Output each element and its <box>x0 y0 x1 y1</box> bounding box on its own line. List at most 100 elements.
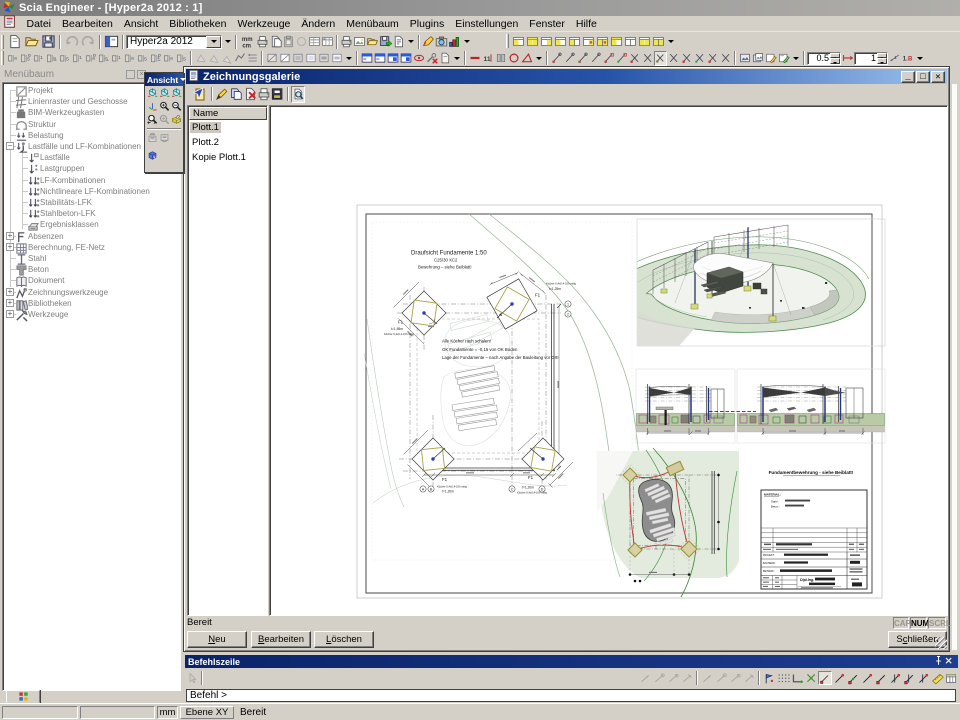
ansicht-palette-title[interactable]: Ansicht <box>145 73 183 86</box>
snap-tangent-button[interactable] <box>916 671 930 685</box>
insert-to-document-button[interactable] <box>189 86 207 103</box>
show-model-data-button[interactable]: a <box>162 51 175 66</box>
layout-8-button[interactable] <box>609 33 623 49</box>
new-window-4-button[interactable] <box>399 51 412 66</box>
zoom-all-button[interactable] <box>146 114 158 126</box>
tree-item[interactable]: Projekt <box>15 85 53 96</box>
render-3-button[interactable] <box>291 51 304 66</box>
tree-expander-expand[interactable]: + <box>6 310 14 318</box>
menu-hilfe[interactable]: Hilfe <box>570 17 602 31</box>
zoom-in-button[interactable] <box>158 100 170 112</box>
count-spinner[interactable]: 1 <box>854 52 888 65</box>
new-window-1-button[interactable] <box>360 51 373 66</box>
snap-box-button[interactable] <box>846 671 860 685</box>
tree-item[interactable]: Werkzeuge <box>15 309 68 320</box>
window-list-button[interactable] <box>438 51 451 66</box>
toolbar-more-dropdown[interactable] <box>665 34 676 49</box>
menu-werkzeuge[interactable]: Werkzeuge <box>232 17 296 31</box>
show-axes-button[interactable]: 1 <box>110 51 123 66</box>
tree-item[interactable]: Bibliotheken <box>15 298 72 309</box>
calculation-chart-button[interactable] <box>448 34 461 50</box>
tree-item[interactable]: Belastung <box>15 130 64 141</box>
toolbar-more-dropdown[interactable] <box>222 34 233 49</box>
table-editor-button[interactable] <box>321 34 334 50</box>
line-mode-4-button[interactable] <box>680 671 694 685</box>
edit-plot-button[interactable] <box>215 86 229 103</box>
toolbar-more-dropdown[interactable] <box>343 51 354 66</box>
cad-8-button[interactable] <box>641 51 654 66</box>
menu-ansicht[interactable]: Ansicht <box>118 17 163 31</box>
cad-13-button[interactable] <box>706 51 719 66</box>
layout-5-button[interactable] <box>567 33 581 49</box>
project-window-button[interactable] <box>103 34 120 50</box>
render-5-button[interactable] <box>317 51 330 66</box>
delete-tools-button[interactable] <box>425 51 438 66</box>
open-project-button[interactable] <box>23 34 40 50</box>
tree-expander-expand[interactable]: + <box>6 243 14 251</box>
snap-grid-button[interactable] <box>776 671 790 685</box>
close-all-button[interactable] <box>412 51 425 66</box>
cad-14-button[interactable] <box>719 51 732 66</box>
menu-bearbeiten[interactable]: Bearbeiten <box>57 17 119 31</box>
maximize-button[interactable]: □ <box>916 71 930 83</box>
axonometry-1-button[interactable] <box>146 87 158 99</box>
toolbar-more-dropdown[interactable] <box>451 51 462 66</box>
line-mode-1-button[interactable] <box>638 671 652 685</box>
status-unit[interactable]: mm <box>157 706 178 719</box>
tree-expander-collapse[interactable]: − <box>6 142 14 150</box>
cad-4-button[interactable] <box>589 51 602 66</box>
show-misc-button[interactable]: 5 <box>175 51 188 66</box>
storey-down-button[interactable] <box>158 131 170 143</box>
coord-table-button[interactable] <box>944 671 958 685</box>
layout-6-button[interactable] <box>581 33 595 49</box>
tree-item[interactable]: Lastgruppen <box>27 163 84 174</box>
wire-1-button[interactable] <box>233 51 246 66</box>
snap-cross-button[interactable] <box>804 671 818 685</box>
layout-11-button[interactable] <box>651 33 665 49</box>
beam-section-button[interactable] <box>494 51 507 66</box>
menu-ndern[interactable]: Ändern <box>296 17 341 31</box>
measure-ruler-button[interactable] <box>930 671 944 685</box>
snap-int-button[interactable] <box>902 671 916 685</box>
pin-icon[interactable] <box>931 655 943 669</box>
tree-item[interactable]: LF-Kombinationen <box>27 175 105 186</box>
zoom-previous-button[interactable] <box>158 114 170 126</box>
toolbar-grip[interactable] <box>1 35 4 49</box>
resize-grip[interactable] <box>935 637 947 649</box>
tree-item[interactable]: Absenzen <box>15 231 64 242</box>
picture-to-doc-button[interactable] <box>392 34 405 50</box>
line-style-button[interactable] <box>468 51 481 66</box>
wire-2-button[interactable] <box>246 51 259 66</box>
close-service-button[interactable] <box>295 34 308 50</box>
annotate-1-button[interactable] <box>764 51 777 66</box>
image-copy-button[interactable] <box>751 51 764 66</box>
tree-expander-expand[interactable]: + <box>6 232 14 240</box>
line-weight-button[interactable]: 11 <box>481 51 494 66</box>
tree-item[interactable]: Lastfälle und LF-Kombinationen <box>15 141 141 152</box>
show-surfaces-button[interactable]: 5 <box>136 51 149 66</box>
redo-button[interactable] <box>80 34 97 50</box>
undo-button[interactable] <box>63 34 80 50</box>
toolbar-grip[interactable] <box>506 34 509 48</box>
show-dimensions-button[interactable]: 5 <box>97 51 110 66</box>
tree-item[interactable]: Nichtlineare LF-Kombinationen <box>27 186 150 197</box>
bearbeiten-button[interactable]: Bearbeiten <box>251 631 311 648</box>
cad-7-button[interactable] <box>628 51 641 66</box>
scale-red-button[interactable] <box>841 51 854 66</box>
render-1-button[interactable] <box>265 51 278 66</box>
polar-1-button[interactable] <box>700 671 714 685</box>
tree-item[interactable]: Stabilitäts-LFK <box>27 197 92 208</box>
tree-item[interactable]: Stahl <box>15 253 46 264</box>
tree-item[interactable]: BIM-Werkzeugkasten <box>15 107 104 118</box>
menu-menbaum[interactable]: Menübaum <box>341 17 405 31</box>
layout-9-button[interactable] <box>623 33 637 49</box>
menubaum-tab[interactable] <box>6 690 40 703</box>
layout-7-button[interactable] <box>595 33 609 49</box>
toolbar-grip[interactable] <box>1 51 4 65</box>
snap-line-button[interactable] <box>832 671 846 685</box>
dim-style-button[interactable]: 1 <box>888 51 901 66</box>
cad-2-button[interactable] <box>563 51 576 66</box>
befehlszeile-title-bar[interactable]: Befehlszeile <box>185 655 958 668</box>
zoom-out-button[interactable] <box>170 100 182 112</box>
snap-point-button[interactable] <box>818 671 832 685</box>
